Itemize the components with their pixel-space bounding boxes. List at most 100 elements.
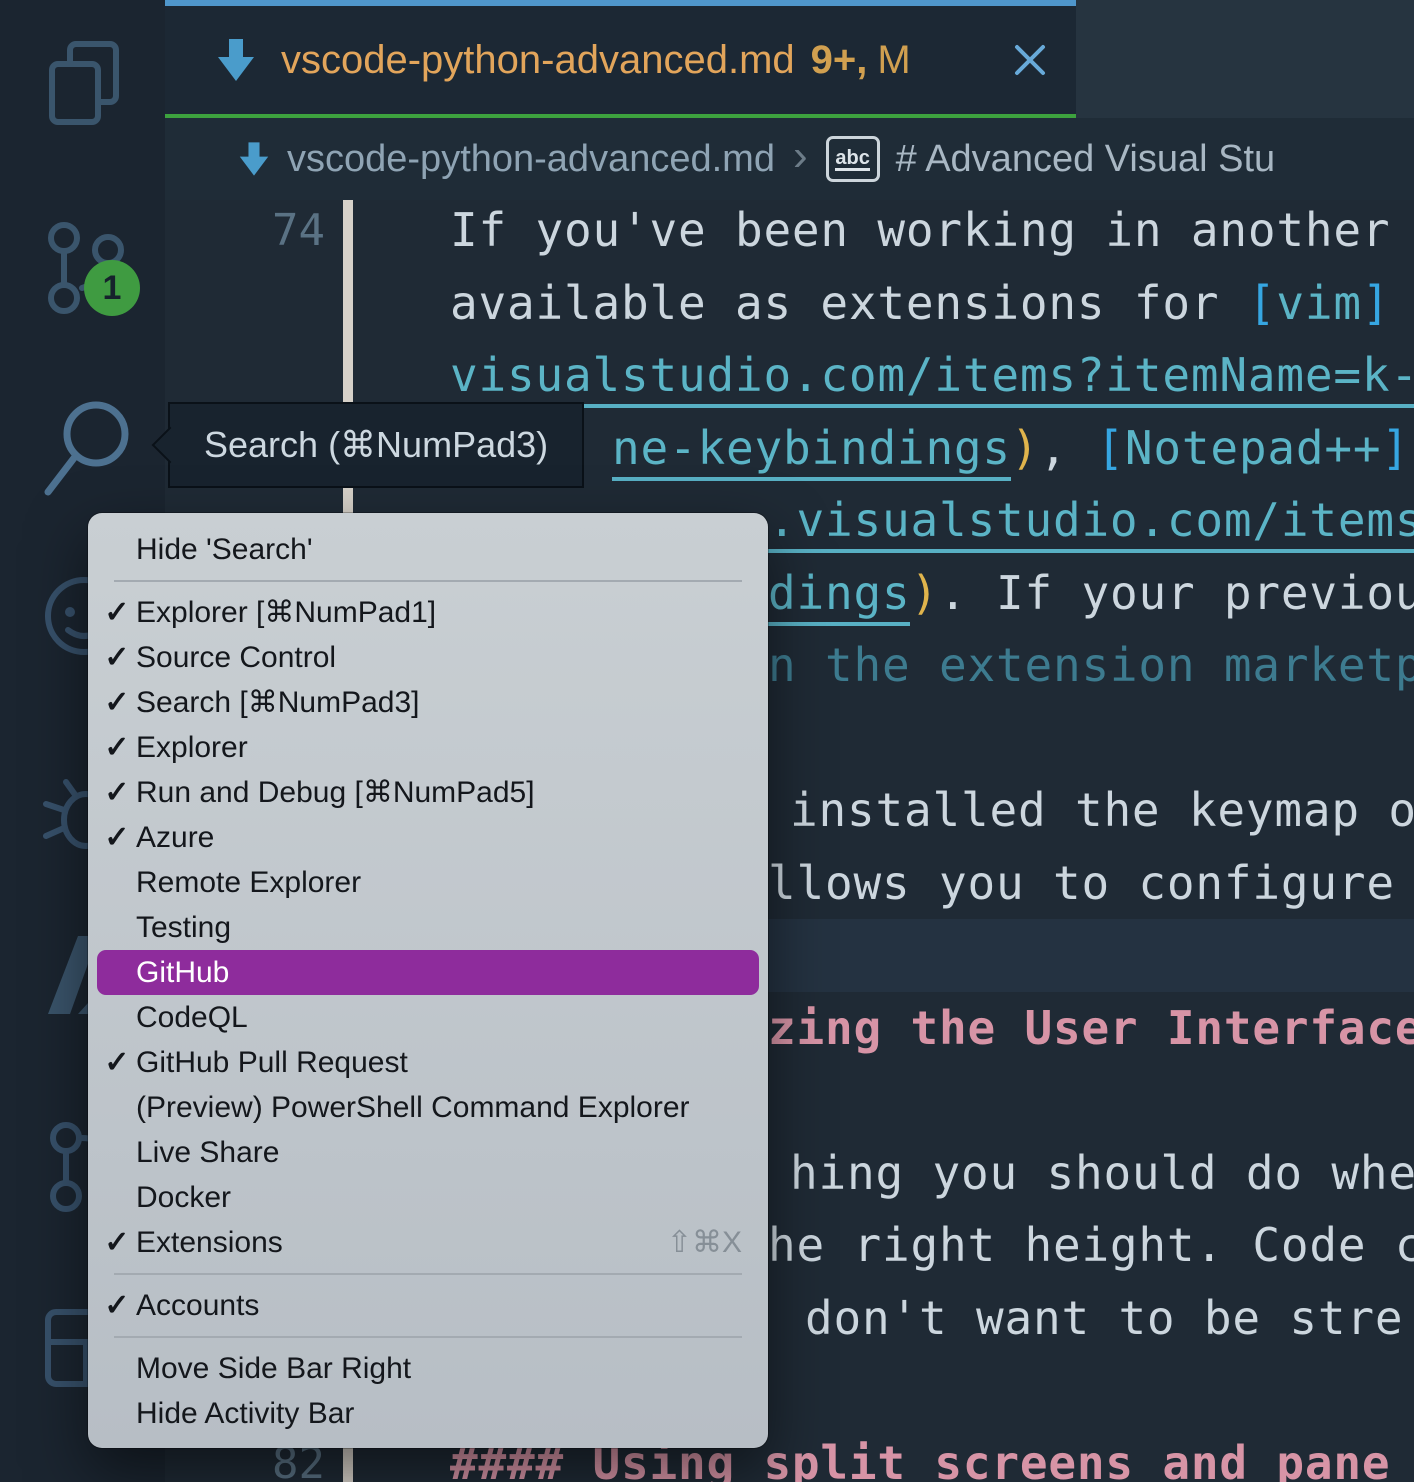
code-segment: ] [1381, 421, 1410, 475]
symbol-abc-icon: abc [826, 136, 880, 182]
code-segment: , [1039, 421, 1096, 475]
tab-strip: vscode-python-advanced.md 9+, M [165, 0, 1414, 118]
check-icon: ✓ [102, 1220, 132, 1265]
code-segment: . If your previou [939, 566, 1414, 620]
check-icon: ✓ [102, 815, 132, 860]
file-download-icon [217, 37, 255, 83]
check-icon: ✓ [102, 770, 132, 815]
code-line[interactable]: available as extensions for [vim] [450, 267, 1390, 340]
code-segment: hing you should do wher [790, 1146, 1414, 1200]
code-segment: installed the keymap o [790, 783, 1414, 837]
code-segment: ne-keybindings [612, 421, 1011, 481]
menu-item[interactable]: ✓Search [⌘NumPad3] [88, 680, 768, 725]
menu-item[interactable]: Remote Explorer [88, 860, 768, 905]
menu-item[interactable]: ✓Explorer [⌘NumPad1] [88, 590, 768, 635]
code-segment: n the extension marketp [768, 638, 1414, 692]
menu-item-label: GitHub Pull Request [136, 1046, 408, 1079]
tab-title: vscode-python-advanced.md [281, 38, 795, 83]
code-segment: [ [1248, 276, 1277, 330]
check-icon: ✓ [102, 1283, 132, 1328]
code-segment: zing the User Interface [768, 1001, 1414, 1055]
menu-item[interactable]: CodeQL [88, 995, 768, 1040]
code-segment: If you've been working in another [450, 203, 1390, 257]
menu-item[interactable]: Move Side Bar Right [88, 1346, 768, 1391]
menu-item-shortcut: ⇧⌘X [667, 1220, 742, 1265]
menu-item[interactable]: Hide 'Search' [88, 527, 768, 572]
menu-item[interactable]: ✓Extensions ⇧⌘X [88, 1220, 768, 1265]
menu-item[interactable]: GitHub [97, 950, 759, 995]
breadcrumb-file[interactable]: vscode-python-advanced.md [287, 138, 775, 181]
code-line[interactable]: hing you should do wher [790, 1137, 1414, 1210]
code-line[interactable]: If you've been working in another [450, 200, 1390, 267]
code-line[interactable]: dings). If your previou [768, 557, 1414, 630]
menu-item-label: Testing [136, 911, 231, 944]
code-line[interactable]: llows you to configure [768, 847, 1395, 920]
code-line[interactable]: don't want to be stre [805, 1282, 1403, 1355]
menu-item-label: Hide 'Search' [136, 533, 313, 566]
menu-item[interactable]: ✓Source Control [88, 635, 768, 680]
vscode-window: 1 [0, 0, 1414, 1482]
code-segment: vim [1276, 276, 1361, 330]
context-menu: Hide 'Search'✓Explorer [⌘NumPad1]✓Source… [88, 513, 768, 1448]
check-icon: ✓ [102, 590, 132, 635]
code-segment: [ [1096, 421, 1125, 475]
check-icon: ✓ [102, 725, 132, 770]
menu-item-label: (Preview) PowerShell Command Explorer [136, 1091, 690, 1124]
menu-separator [114, 580, 742, 582]
menu-item-label: CodeQL [136, 1001, 248, 1034]
file-download-icon [239, 140, 269, 178]
code-line[interactable]: .visualstudio.com/items [768, 484, 1414, 557]
code-segment: ] [1362, 276, 1391, 330]
tooltip-text: Search (⌘NumPad3) [204, 424, 548, 466]
code-line[interactable]: n the extension marketp [768, 629, 1414, 702]
menu-item[interactable]: Testing [88, 905, 768, 950]
code-line[interactable]: zing the User Interface [768, 992, 1414, 1065]
menu-item-label: Hide Activity Bar [136, 1397, 354, 1430]
menu-item[interactable]: ✓Run and Debug [⌘NumPad5] [88, 770, 768, 815]
menu-item-label: GitHub [136, 956, 229, 989]
menu-item-label: Run and Debug [⌘NumPad5] [136, 776, 535, 809]
menu-item[interactable]: ✓GitHub Pull Request [88, 1040, 768, 1085]
menu-separator [114, 1273, 742, 1275]
code-segment: llows you to configure [768, 856, 1395, 910]
source-control-badge: 1 [84, 260, 140, 316]
menu-item-label: Move Side Bar Right [136, 1352, 411, 1385]
breadcrumb-symbol[interactable]: # Advanced Visual Stu [896, 138, 1276, 181]
close-icon[interactable] [1012, 42, 1048, 78]
code-segment: Notepad++ [1125, 421, 1381, 475]
menu-item-label: Remote Explorer [136, 866, 361, 899]
code-segment: visualstudio.com/items?itemName=k- [450, 348, 1414, 408]
search-tooltip: Search (⌘NumPad3) [168, 402, 584, 488]
code-segment: available as extensions for [450, 276, 1248, 330]
menu-item[interactable]: (Preview) PowerShell Command Explorer [88, 1085, 768, 1130]
menu-item[interactable]: ✓Accounts [88, 1283, 768, 1328]
menu-item-label: Live Share [136, 1136, 279, 1169]
menu-item[interactable]: ✓Explorer [88, 725, 768, 770]
breadcrumb: vscode-python-advanced.md › abc # Advanc… [165, 118, 1414, 200]
tab-problems-badge: 9+, [811, 38, 868, 83]
tab-modified-badge: M [877, 38, 910, 83]
line-number: 74 [165, 200, 325, 267]
code-segment: ) [1011, 421, 1040, 475]
menu-item-label: Explorer [136, 731, 248, 764]
menu-item-label: Explorer [⌘NumPad1] [136, 596, 436, 629]
code-line[interactable]: he right height. Code c [768, 1209, 1414, 1282]
menu-item-label: Docker [136, 1181, 231, 1214]
menu-item[interactable]: Docker [88, 1175, 768, 1220]
menu-item-label: Extensions [136, 1226, 283, 1259]
menu-item-label: Source Control [136, 641, 336, 674]
explorer-icon[interactable] [44, 40, 124, 130]
code-segment: don't want to be stre [805, 1291, 1403, 1345]
code-line[interactable]: visualstudio.com/items?itemName=k- [450, 339, 1414, 412]
menu-item[interactable]: Hide Activity Bar [88, 1391, 768, 1436]
search-icon[interactable] [44, 398, 134, 500]
menu-item-label: Search [⌘NumPad3] [136, 686, 419, 719]
check-icon: ✓ [102, 1040, 132, 1085]
code-line[interactable]: installed the keymap o [790, 774, 1414, 847]
menu-item[interactable]: ✓Azure [88, 815, 768, 860]
code-segment: dings [768, 566, 910, 626]
tab-active[interactable]: vscode-python-advanced.md 9+, M [165, 0, 1076, 118]
chevron-right-icon: › [793, 131, 808, 181]
menu-item[interactable]: Live Share [88, 1130, 768, 1175]
code-line[interactable]: ne-keybindings), [Notepad++] [612, 412, 1410, 485]
